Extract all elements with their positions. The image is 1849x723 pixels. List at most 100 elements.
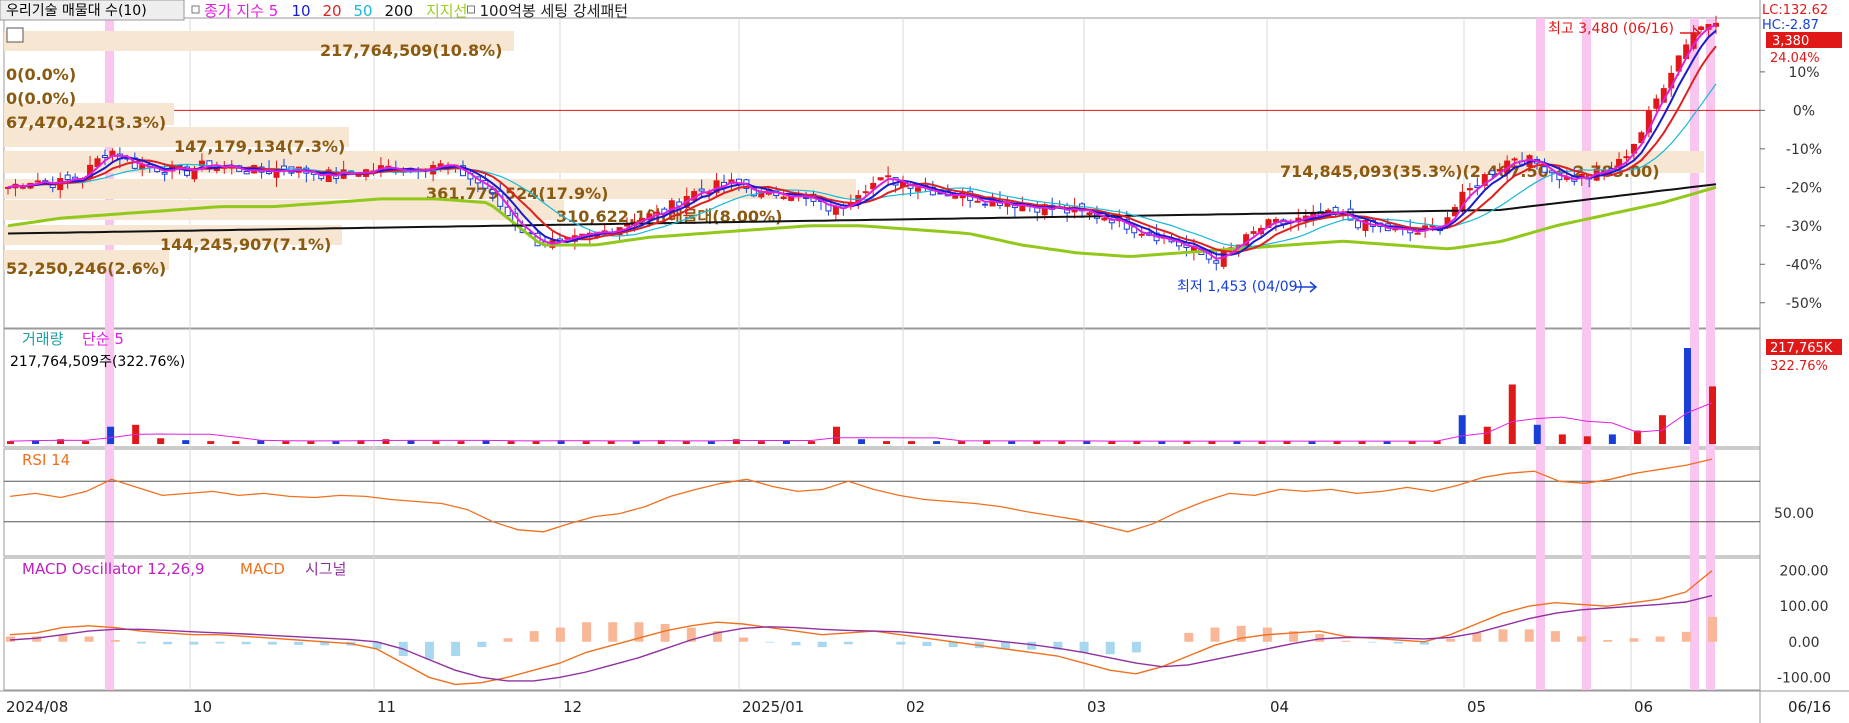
macd-tick-label: 200.00 xyxy=(1780,564,1829,580)
volume-bar xyxy=(1083,441,1091,444)
background xyxy=(0,0,1849,723)
macd-oscillator-bar xyxy=(241,641,251,645)
signal-label: 시그널 xyxy=(305,560,346,578)
candle xyxy=(1138,233,1145,236)
volume-bar xyxy=(1483,426,1491,444)
volume-bar xyxy=(1683,348,1691,444)
volume-bar xyxy=(832,426,840,444)
macd-oscillator-bar xyxy=(582,622,592,642)
candle xyxy=(101,155,108,158)
volume-bar xyxy=(332,441,340,444)
highlight-band xyxy=(1536,18,1545,690)
candle xyxy=(952,195,959,199)
macd-oscillator-bar xyxy=(163,641,173,645)
profile-label: 217,764,509(10.8%) xyxy=(320,41,502,60)
candle xyxy=(982,203,989,206)
macd-oscillator-bar xyxy=(267,641,277,645)
macd-oscillator-bar xyxy=(1498,629,1508,642)
stock-button[interactable]: 우리기술 매물대 수(10) xyxy=(6,3,147,19)
x-tick-label: 06 xyxy=(1634,698,1653,716)
volume-bar xyxy=(682,441,690,444)
macd-oscillator-bar xyxy=(896,641,906,645)
volume-bar xyxy=(1633,430,1641,444)
volume-bar xyxy=(82,441,90,444)
x-tick-label: 11 xyxy=(377,698,396,716)
x-tick-label: 2025/01 xyxy=(742,698,804,716)
macd-oscillator-bar xyxy=(136,641,146,644)
macd-tick-label: 0.00 xyxy=(1788,635,1819,651)
macd-oscillator-bar xyxy=(843,641,853,645)
candle xyxy=(1086,212,1093,215)
macd-oscillator-bar xyxy=(1550,631,1560,642)
macd-tick-label: -100.00 xyxy=(1777,670,1831,686)
macd-oscillator-bar xyxy=(1446,638,1456,642)
volume-bar xyxy=(1583,436,1591,444)
volume-bar xyxy=(1608,434,1616,444)
volume-bar xyxy=(1008,441,1016,444)
macd-oscillator-bar xyxy=(555,627,565,642)
volume-tag: 217,765K xyxy=(1770,341,1833,356)
macd-oscillator-bar xyxy=(1629,638,1639,642)
rsi-tick: 50.00 xyxy=(1774,506,1814,522)
candle xyxy=(1250,231,1257,234)
candle xyxy=(698,188,705,192)
volume-bar xyxy=(457,441,465,444)
macd-oscillator-bar xyxy=(424,641,434,660)
candle xyxy=(1101,217,1108,221)
legend-item: 20 xyxy=(323,2,342,20)
volume-bar xyxy=(757,441,765,444)
volume-bar xyxy=(207,441,215,444)
macd-oscillator-bar xyxy=(1315,633,1325,642)
current-price-tag: 3,380 xyxy=(1772,34,1809,49)
macd-oscillator-bar xyxy=(922,641,932,647)
candle xyxy=(1541,166,1548,173)
volume-bar xyxy=(532,441,540,444)
macd-oscillator-bar xyxy=(791,641,801,646)
x-tick-label: 02 xyxy=(906,698,925,716)
y-tick-label: -50% xyxy=(1786,296,1822,312)
candle xyxy=(1466,188,1473,191)
y-tick-label: 10% xyxy=(1788,65,1819,81)
macd-oscillator-bar xyxy=(1105,641,1115,655)
macd-oscillator-bar xyxy=(817,641,827,648)
volume-ma-label: 단순 5 xyxy=(82,330,124,348)
macd-oscillator-bar xyxy=(1603,640,1613,642)
candle xyxy=(1698,26,1705,30)
candle xyxy=(64,174,71,181)
macd-oscillator-bar xyxy=(529,631,539,642)
x-tick-label: 2024/08 xyxy=(6,698,68,716)
macd-oscillator-bar xyxy=(84,636,94,642)
macd-oscillator-bar xyxy=(1079,641,1089,653)
candle xyxy=(355,174,362,177)
macd-label: MACD xyxy=(240,560,285,578)
volume-bar xyxy=(1533,424,1541,444)
volume-bar xyxy=(1033,441,1041,444)
macd-oscillator-bar xyxy=(294,641,304,645)
candle xyxy=(914,187,921,192)
highlight-band xyxy=(1582,18,1591,690)
legend-square xyxy=(467,5,475,14)
stock-chart[interactable]: 217,764,509(10.8%) 0(0.0%) 0(0.0%) 67,470,4… xyxy=(0,0,1849,723)
candle xyxy=(1511,158,1518,161)
macd-oscillator-bar xyxy=(765,641,775,643)
volume-bar xyxy=(732,439,740,444)
volume-bar xyxy=(807,441,815,444)
macd-oscillator-bar xyxy=(110,640,120,642)
x-tick-label: 05 xyxy=(1467,698,1486,716)
candle xyxy=(19,186,26,189)
candle xyxy=(653,211,660,214)
macd-oscillator-bar xyxy=(1367,641,1377,643)
macd-title: MACD Oscillator 12,26,9 xyxy=(22,560,205,578)
macd-oscillator-bar xyxy=(1708,616,1717,642)
table-icon[interactable] xyxy=(6,27,24,43)
candle xyxy=(1213,260,1220,264)
macd-oscillator-bar xyxy=(1131,641,1141,653)
macd-oscillator-bar xyxy=(1472,632,1482,642)
x-tick-label: 03 xyxy=(1087,698,1106,716)
legend-item: 50 xyxy=(354,2,373,20)
panel-frames xyxy=(0,0,1849,723)
volume-bar xyxy=(232,441,240,444)
macd-oscillator-bar xyxy=(739,637,749,642)
legend-item: 종가 지수 5 xyxy=(204,2,278,20)
macd-oscillator-bar xyxy=(477,641,487,648)
